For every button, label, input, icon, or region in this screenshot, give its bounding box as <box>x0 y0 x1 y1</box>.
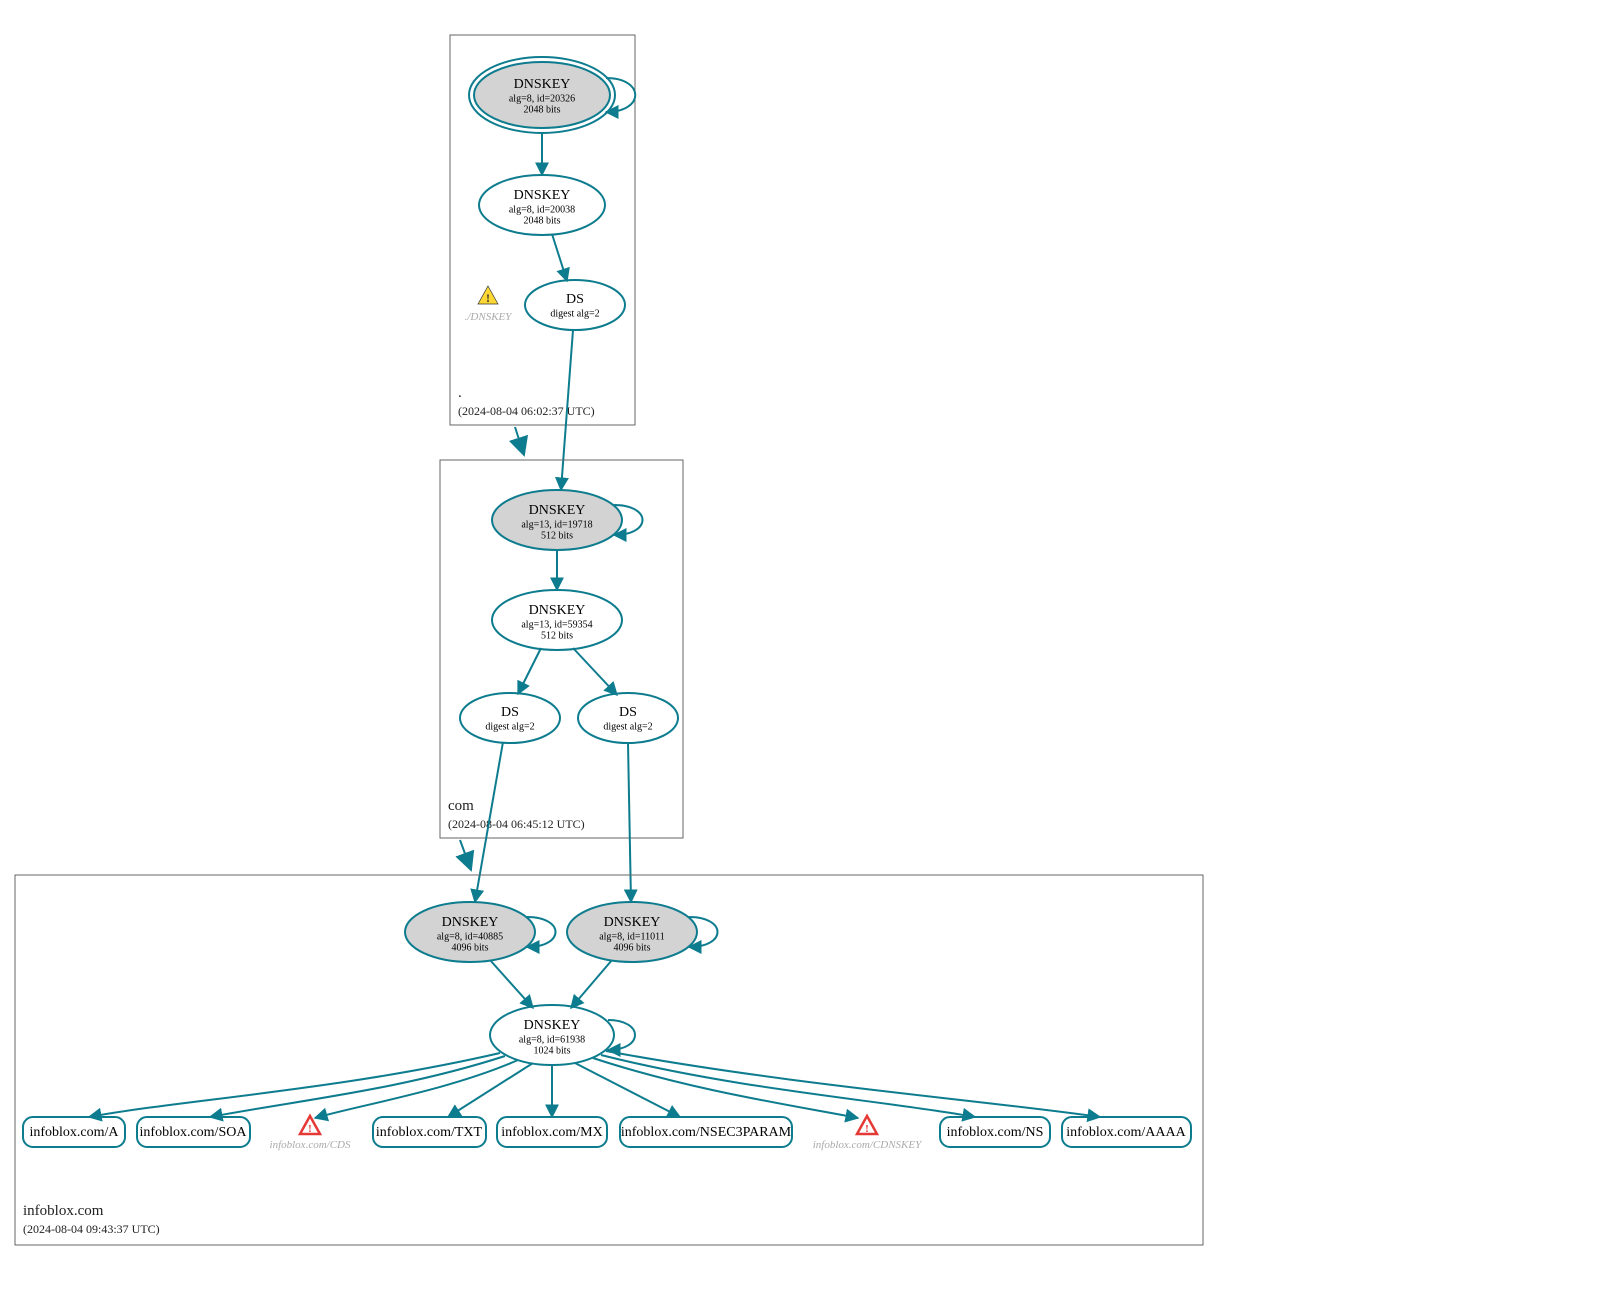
svg-text:DNSKEY: DNSKEY <box>529 603 586 618</box>
svg-text:alg=8, id=61938: alg=8, id=61938 <box>519 1034 585 1045</box>
node-root-zsk[interactable]: DNSKEY alg=8, id=20038 2048 bits <box>479 175 605 235</box>
warn-cds: infoblox.com/CDS <box>270 1116 351 1151</box>
zone-name-root: . <box>458 385 462 401</box>
svg-text:2048 bits: 2048 bits <box>524 104 561 115</box>
warn-cdnskey: infoblox.com/CDNSKEY <box>813 1116 923 1151</box>
svg-text:DNSKEY: DNSKEY <box>524 1018 581 1033</box>
node-rr-a[interactable]: infoblox.com/A <box>23 1117 125 1147</box>
svg-text:DNSKEY: DNSKEY <box>529 503 586 518</box>
node-com-ds1[interactable]: DS digest alg=2 <box>460 693 560 743</box>
svg-text:infoblox.com/SOA: infoblox.com/SOA <box>140 1125 248 1140</box>
svg-text:DNSKEY: DNSKEY <box>604 915 661 930</box>
node-infoblox-ksk1[interactable]: DNSKEY alg=8, id=40885 4096 bits <box>405 902 535 962</box>
zone-ts-com: (2024-08-04 06:45:12 UTC) <box>448 817 585 831</box>
node-rr-aaaa[interactable]: infoblox.com/AAAA <box>1062 1117 1191 1147</box>
svg-text:infoblox.com/NS: infoblox.com/NS <box>947 1125 1044 1140</box>
node-rr-mx[interactable]: infoblox.com/MX <box>497 1117 607 1147</box>
svg-text:alg=13, id=19718: alg=13, id=19718 <box>521 519 592 530</box>
dnssec-graph: ! ! DNSKEY alg=8, id=20326 2048 bits DNS… <box>0 0 1605 1312</box>
warn-root-dnskey: ./DNSKEY <box>465 286 514 323</box>
svg-text:alg=8, id=11011: alg=8, id=11011 <box>599 931 665 942</box>
svg-text:DS: DS <box>619 705 637 720</box>
node-root-ksk[interactable]: DNSKEY alg=8, id=20326 2048 bits <box>469 57 615 133</box>
node-com-zsk[interactable]: DNSKEY alg=13, id=59354 512 bits <box>492 590 622 650</box>
svg-text:infoblox.com/A: infoblox.com/A <box>29 1125 119 1140</box>
svg-text:infoblox.com/MX: infoblox.com/MX <box>501 1125 603 1140</box>
zone-name-com: com <box>448 798 474 814</box>
zone-ts-root: (2024-08-04 06:02:37 UTC) <box>458 404 595 418</box>
svg-text:digest alg=2: digest alg=2 <box>485 721 534 732</box>
node-rr-txt[interactable]: infoblox.com/TXT <box>373 1117 486 1147</box>
svg-text:./DNSKEY: ./DNSKEY <box>465 311 514 323</box>
node-com-ksk[interactable]: DNSKEY alg=13, id=19718 512 bits <box>492 490 622 550</box>
svg-text:alg=13, id=59354: alg=13, id=59354 <box>521 619 592 630</box>
node-rr-soa[interactable]: infoblox.com/SOA <box>137 1117 250 1147</box>
node-infoblox-ksk2[interactable]: DNSKEY alg=8, id=11011 4096 bits <box>567 902 697 962</box>
svg-text:DNSKEY: DNSKEY <box>514 188 571 203</box>
node-root-ds[interactable]: DS digest alg=2 <box>525 280 625 330</box>
svg-text:infoblox.com/CDS: infoblox.com/CDS <box>270 1139 351 1151</box>
svg-text:alg=8, id=20326: alg=8, id=20326 <box>509 93 575 104</box>
node-rr-nsec[interactable]: infoblox.com/NSEC3PARAM <box>620 1117 792 1147</box>
svg-text:512 bits: 512 bits <box>541 530 573 541</box>
svg-text:512 bits: 512 bits <box>541 630 573 641</box>
svg-text:alg=8, id=40885: alg=8, id=40885 <box>437 931 503 942</box>
zone-ts-infoblox: (2024-08-04 09:43:37 UTC) <box>23 1222 160 1236</box>
svg-text:infoblox.com/AAAA: infoblox.com/AAAA <box>1066 1125 1186 1140</box>
svg-text:4096 bits: 4096 bits <box>452 942 489 953</box>
node-com-ds2[interactable]: DS digest alg=2 <box>578 693 678 743</box>
svg-text:infoblox.com/CDNSKEY: infoblox.com/CDNSKEY <box>813 1139 923 1151</box>
svg-text:digest alg=2: digest alg=2 <box>550 308 599 319</box>
svg-text:2048 bits: 2048 bits <box>524 215 561 226</box>
svg-text:DS: DS <box>501 705 519 720</box>
svg-text:digest alg=2: digest alg=2 <box>603 721 652 732</box>
svg-text:4096 bits: 4096 bits <box>614 942 651 953</box>
svg-text:infoblox.com/NSEC3PARAM: infoblox.com/NSEC3PARAM <box>621 1125 792 1140</box>
svg-text:DS: DS <box>566 292 584 307</box>
zone-name-infoblox: infoblox.com <box>23 1203 104 1219</box>
svg-text:1024 bits: 1024 bits <box>534 1045 571 1056</box>
svg-text:alg=8, id=20038: alg=8, id=20038 <box>509 204 575 215</box>
svg-text:DNSKEY: DNSKEY <box>442 915 499 930</box>
svg-text:DNSKEY: DNSKEY <box>514 77 571 92</box>
node-infoblox-zsk[interactable]: DNSKEY alg=8, id=61938 1024 bits <box>490 1005 614 1065</box>
svg-text:infoblox.com/TXT: infoblox.com/TXT <box>376 1125 483 1140</box>
node-rr-ns[interactable]: infoblox.com/NS <box>940 1117 1050 1147</box>
